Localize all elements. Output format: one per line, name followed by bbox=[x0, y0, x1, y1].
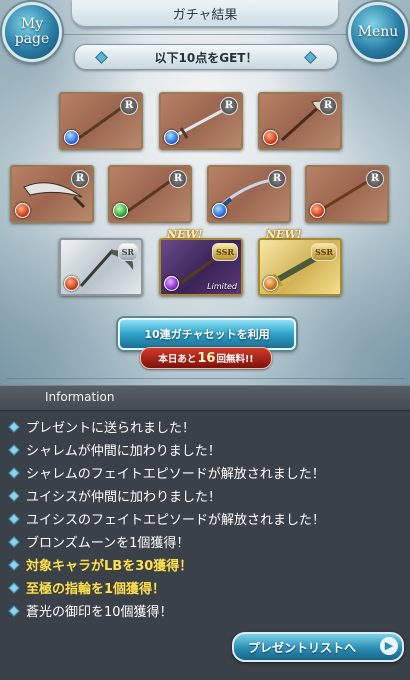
free-pulls-count: 16 bbox=[197, 350, 216, 366]
fire-element-icon bbox=[64, 276, 79, 291]
information-entry: シャレムが仲間に加わりました！ bbox=[8, 438, 405, 461]
information-entry-text: シャレムのフェイトエピソードが解放されました！ bbox=[26, 467, 325, 482]
rarity-badge: SSR bbox=[211, 243, 238, 261]
wind-element-icon bbox=[113, 203, 128, 218]
water-element-icon bbox=[164, 130, 179, 145]
fire-element-icon bbox=[310, 203, 325, 218]
diamond-icon bbox=[95, 51, 108, 64]
information-entry: プレゼントに送られました！ bbox=[8, 415, 405, 438]
information-entry: シャレムのフェイトエピソードが解放されました！ bbox=[8, 461, 405, 484]
ten-pull-set-label: 10連ガチャセットを利用 bbox=[144, 328, 270, 341]
present-list-button[interactable]: プレゼントリストへ ▶ bbox=[232, 632, 404, 662]
information-entry-text: 対象キャラがLBを30獲得！ bbox=[26, 559, 193, 574]
item-card[interactable]: R bbox=[258, 92, 342, 150]
free-pulls-remaining-badge: 本日あと 16 回無料!! bbox=[140, 347, 272, 369]
information-entry: 蒼光の御印を10個獲得！ bbox=[8, 599, 405, 622]
earth-element-icon bbox=[263, 276, 278, 291]
mypage-label-line1: My bbox=[20, 16, 44, 32]
water-element-icon bbox=[64, 130, 79, 145]
fire-element-icon bbox=[263, 130, 278, 145]
new-tag: NEW! bbox=[167, 228, 203, 241]
mypage-label-line2: page bbox=[14, 31, 50, 47]
item-card[interactable]: R bbox=[59, 92, 143, 150]
information-entry-text: プレゼントに送られました！ bbox=[26, 421, 196, 436]
information-entry-text: ユイシスのフェイトエピソードが解放されました！ bbox=[26, 513, 326, 528]
page-title-bar: ガチャ結果 bbox=[72, 0, 338, 28]
diamond-icon bbox=[8, 581, 20, 594]
dark-element-icon bbox=[164, 276, 179, 291]
item-card[interactable]: SSR NEW! Limited bbox=[159, 228, 243, 296]
frame-divider bbox=[6, 34, 404, 35]
rarity-badge: R bbox=[169, 170, 187, 188]
information-entry-text: ユイシスが仲間に加わりました！ bbox=[26, 490, 222, 505]
information-heading: Information bbox=[45, 390, 115, 404]
mypage-button[interactable]: My page bbox=[2, 2, 62, 62]
fire-element-icon bbox=[15, 203, 30, 218]
rarity-badge: R bbox=[71, 170, 89, 188]
rarity-badge: R bbox=[366, 170, 384, 188]
free-pulls-suffix: 回無料!! bbox=[216, 354, 254, 365]
get-banner: 以下10点をGET！ bbox=[74, 44, 338, 70]
item-card[interactable]: R bbox=[305, 165, 389, 223]
diamond-icon bbox=[8, 512, 20, 525]
item-card[interactable]: SR bbox=[59, 238, 143, 296]
menu-button[interactable]: Menu bbox=[348, 2, 408, 62]
item-card[interactable]: R bbox=[108, 165, 192, 223]
water-element-icon bbox=[212, 203, 227, 218]
rarity-badge: R bbox=[220, 97, 238, 115]
frame-divider bbox=[6, 378, 404, 379]
page-title: ガチャ結果 bbox=[172, 7, 238, 23]
rarity-badge: SR bbox=[117, 243, 138, 261]
free-pulls-prefix: 本日あと bbox=[158, 354, 197, 365]
rarity-badge: SSR bbox=[310, 243, 337, 261]
gacha-result-screen: ガチャ結果 My page Menu 以下10点をGET！ R R R R R R R SR S… bbox=[0, 0, 410, 680]
item-card[interactable]: SSR NEW! bbox=[258, 228, 342, 296]
information-entry-text: シャレムが仲間に加わりました！ bbox=[26, 444, 221, 459]
information-entry: ブロンズムーンを1個獲得！ bbox=[8, 530, 405, 553]
information-entry-text: ブロンズムーンを1個獲得！ bbox=[26, 536, 190, 551]
limited-tag: Limited bbox=[207, 282, 237, 291]
information-entry-text: 至極の指輪を1個獲得！ bbox=[26, 582, 166, 597]
rarity-badge: R bbox=[268, 170, 286, 188]
diamond-icon bbox=[8, 466, 20, 479]
present-list-label: プレゼントリストへ bbox=[248, 640, 357, 655]
menu-label: Menu bbox=[357, 23, 399, 40]
information-entry-text: 蒼光の御印を10個獲得！ bbox=[26, 605, 173, 620]
arrow-right-icon: ▶ bbox=[380, 637, 398, 655]
diamond-icon bbox=[8, 420, 20, 433]
information-list: プレゼントに送られました！ シャレムが仲間に加わりました！ シャレムのフェイトエピソ… bbox=[8, 415, 405, 622]
rarity-badge: R bbox=[319, 97, 337, 115]
diamond-icon bbox=[8, 489, 20, 502]
information-header: Information bbox=[0, 385, 410, 411]
information-entry: ユイシスが仲間に加わりました！ bbox=[8, 484, 405, 507]
information-entry: 対象キャラがLBを30獲得！ bbox=[8, 553, 405, 576]
new-tag: NEW! bbox=[266, 228, 302, 241]
diamond-icon bbox=[8, 535, 20, 548]
rarity-badge: R bbox=[120, 97, 138, 115]
diamond-icon bbox=[304, 51, 317, 64]
get-banner-text: 以下10点をGET！ bbox=[154, 50, 258, 65]
item-card[interactable]: R bbox=[207, 165, 291, 223]
item-card[interactable]: R bbox=[159, 92, 243, 150]
ten-pull-set-button[interactable]: 10連ガチャセットを利用 bbox=[118, 318, 296, 350]
diamond-icon bbox=[8, 558, 20, 571]
information-entry: 至極の指輪を1個獲得！ bbox=[8, 576, 405, 599]
information-entry: ユイシスのフェイトエピソードが解放されました！ bbox=[8, 507, 405, 530]
diamond-icon bbox=[8, 443, 20, 456]
diamond-icon bbox=[8, 604, 20, 617]
item-card[interactable]: R bbox=[10, 165, 94, 223]
